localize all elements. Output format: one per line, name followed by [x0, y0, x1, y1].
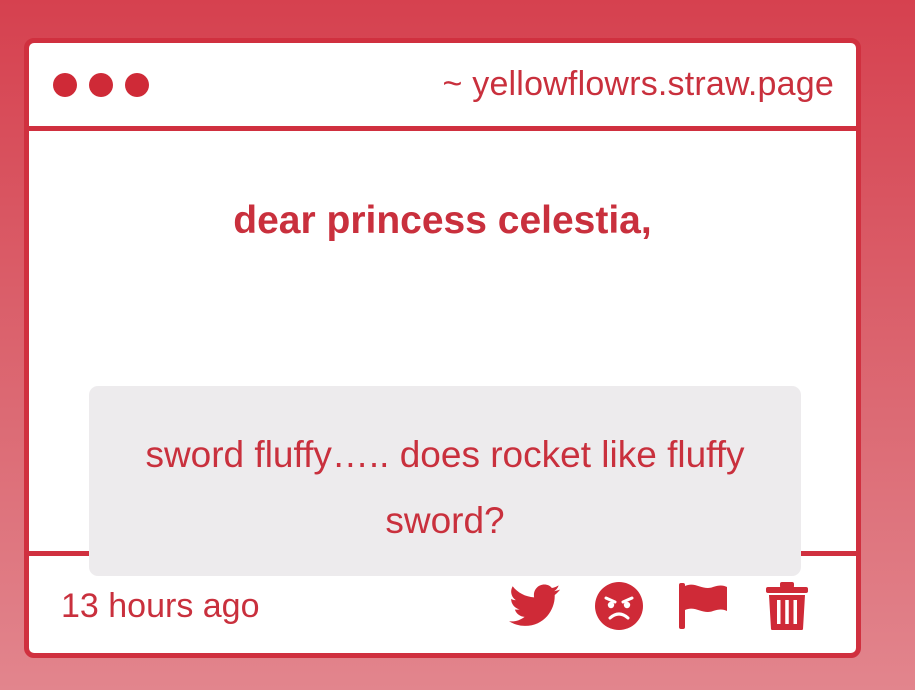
- letter-heading: dear princess celestia,: [233, 199, 652, 242]
- report-button[interactable]: [676, 579, 730, 633]
- trash-icon: [766, 582, 808, 630]
- react-button[interactable]: [592, 579, 646, 633]
- window-dots: [53, 72, 149, 97]
- share-twitter-button[interactable]: [508, 579, 562, 633]
- window-dot-2: [89, 72, 113, 97]
- letter-body: dear princess celestia, sword fluffy….. …: [29, 131, 856, 576]
- delete-button[interactable]: [760, 579, 814, 633]
- twitter-icon: [509, 584, 561, 626]
- site-url[interactable]: ~ yellowflowrs.straw.page: [443, 65, 834, 104]
- action-bar: [508, 579, 814, 633]
- angry-face-icon: [595, 582, 643, 630]
- window-titlebar: ~ yellowflowrs.straw.page: [29, 43, 856, 131]
- message-box: sword fluffy….. does rocket like fluffy …: [89, 386, 801, 576]
- window-dot-1: [53, 72, 77, 97]
- flag-icon: [679, 583, 727, 629]
- post-card: ~ yellowflowrs.straw.page dear princess …: [24, 38, 861, 658]
- window-dot-3: [125, 72, 149, 97]
- timestamp: 13 hours ago: [61, 586, 260, 625]
- message-text: sword fluffy….. does rocket like fluffy …: [145, 434, 745, 541]
